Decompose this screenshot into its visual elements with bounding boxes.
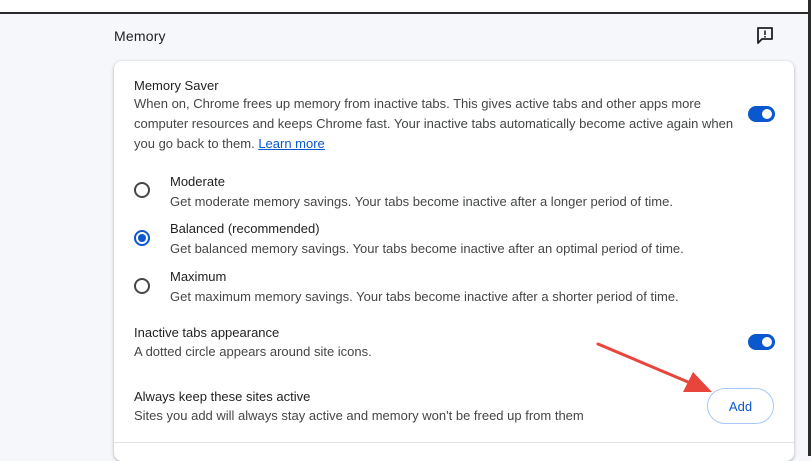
option-moderate-title: Moderate [170,174,225,189]
radio-maximum[interactable] [134,278,150,294]
card-divider [114,442,794,443]
memory-saver-desc-line-2: computer resources and keeps Chrome fast… [134,116,734,131]
option-balanced-description: Get balanced memory savings. Your tabs b… [170,241,684,256]
memory-saver-label: Memory Saver [134,78,219,93]
memory-saver-description: When on, Chrome frees up memory from ina… [134,94,734,154]
inactive-tabs-description: A dotted circle appears around site icon… [134,344,372,359]
inactive-tabs-toggle[interactable] [748,334,775,350]
radio-moderate[interactable] [134,182,150,198]
keep-active-description: Sites you add will always stay active an… [134,408,584,423]
memory-saver-desc-line-3-text: you go back to them. [134,136,255,151]
memory-settings-card: Memory Saver When on, Chrome frees up me… [114,61,794,461]
option-maximum-description: Get maximum memory savings. Your tabs be… [170,289,679,304]
radio-balanced[interactable] [134,230,150,246]
option-maximum-title: Maximum [170,269,227,284]
toggle-knob [762,109,772,119]
inactive-tabs-label: Inactive tabs appearance [134,325,280,340]
keep-active-label: Always keep these sites active [134,389,311,404]
option-moderate-description: Get moderate memory savings. Your tabs b… [170,194,673,209]
memory-saver-desc-line-3: you go back to them. Learn more [134,134,734,154]
toggle-knob [762,337,772,347]
memory-saver-desc-line-1: When on, Chrome frees up memory from ina… [134,96,701,111]
memory-saver-toggle[interactable] [748,106,775,122]
section-title: Memory [114,28,166,44]
window-top-edge [0,0,811,14]
learn-more-link[interactable]: Learn more [258,136,324,151]
feedback-icon[interactable] [755,25,775,45]
option-balanced-title: Balanced (recommended) [170,221,320,236]
add-site-button[interactable]: Add [707,388,774,424]
